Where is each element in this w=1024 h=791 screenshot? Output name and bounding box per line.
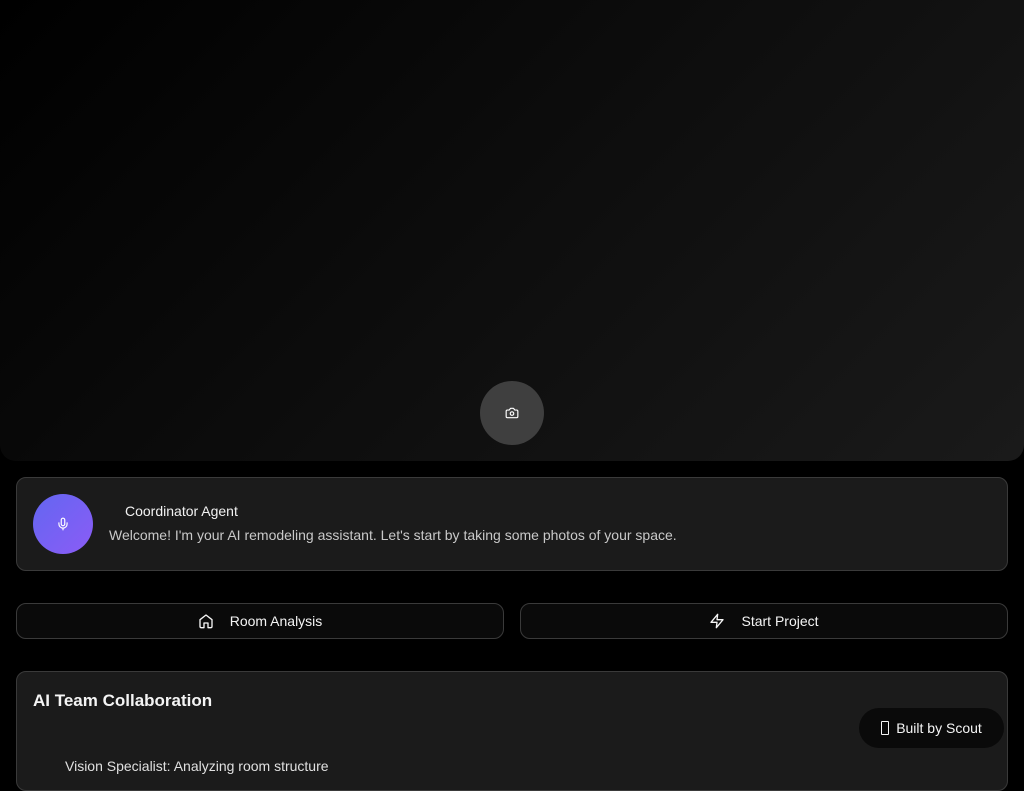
badge-label: Built by Scout bbox=[896, 720, 982, 736]
scout-icon bbox=[881, 721, 890, 735]
room-analysis-button[interactable]: Room Analysis bbox=[16, 603, 504, 639]
start-project-label: Start Project bbox=[741, 613, 819, 629]
agent-message: Welcome! I'm your AI remodeling assistan… bbox=[109, 527, 677, 543]
agent-name: Coordinator Agent bbox=[125, 503, 238, 519]
home-icon bbox=[199, 614, 213, 629]
agent-message-card: Coordinator Agent Welcome! I'm your AI r… bbox=[16, 477, 1008, 571]
room-analysis-label: Room Analysis bbox=[229, 613, 323, 629]
camera-viewport bbox=[0, 0, 1024, 461]
start-project-button[interactable]: Start Project bbox=[520, 603, 1008, 639]
capture-photo-button[interactable] bbox=[480, 381, 544, 445]
built-by-scout-badge[interactable]: Built by Scout bbox=[859, 708, 1004, 748]
mic-icon bbox=[58, 517, 68, 531]
camera-icon bbox=[505, 407, 519, 419]
agent-avatar[interactable] bbox=[33, 494, 93, 554]
collaboration-title: AI Team Collaboration bbox=[33, 691, 213, 710]
lightning-icon bbox=[710, 613, 725, 629]
collaboration-item: Vision Specialist: Analyzing room struct… bbox=[65, 758, 329, 774]
